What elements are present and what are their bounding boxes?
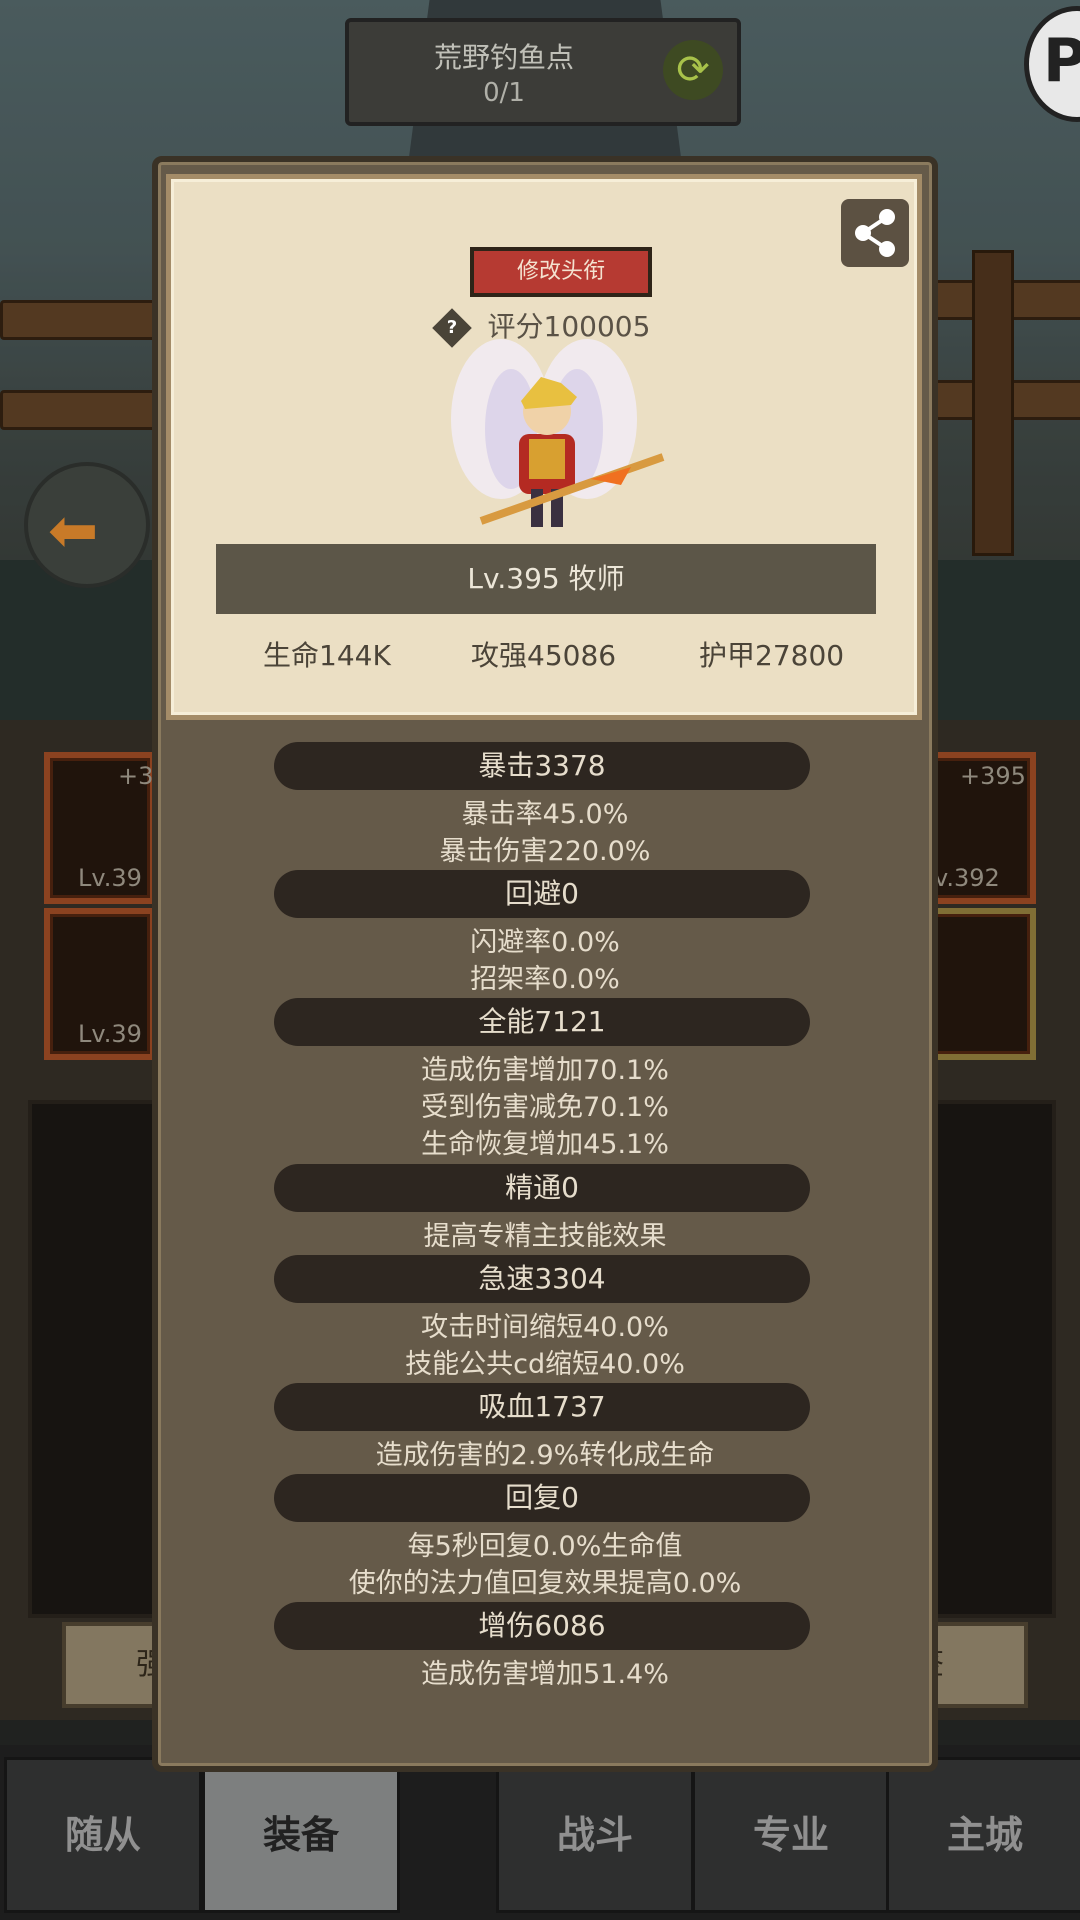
stat-detail: 攻击时间缩短40.0% [421, 1312, 669, 1343]
rename-title-button[interactable]: 修改头衔 [470, 247, 652, 297]
stat-detail: 暴击率45.0% [461, 799, 629, 830]
share-icon [855, 209, 895, 257]
stat-armor: 护甲27800 [699, 639, 845, 672]
character-avatar [451, 339, 665, 527]
stat-header-leech: 吸血1737 [274, 1383, 810, 1431]
location-name: 荒野钓鱼点 [433, 41, 574, 74]
level-class-bar: Lv.395 牧师 [216, 544, 876, 614]
refresh-icon[interactable]: ⟳ [663, 40, 723, 100]
stat-detail: 生命恢复增加45.1% [421, 1129, 669, 1160]
stat-detail: 闪避率0.0% [470, 927, 620, 958]
stat-detail: 技能公共cd缩短40.0% [405, 1349, 685, 1380]
stat-header-damage-increase: 增伤6086 [274, 1602, 810, 1650]
arrow-left-icon: ⬅ [48, 496, 99, 566]
stat-header-regen: 回复0 [274, 1474, 810, 1522]
stat-attack: 攻强45086 [471, 639, 617, 672]
location-banner: 荒野钓鱼点 0/1 ⟳ [345, 18, 741, 126]
stat-detail: 受到伤害减免70.1% [421, 1092, 669, 1123]
stat-detail: 造成伤害增加51.4% [421, 1659, 669, 1690]
stat-detail: 提高专精主技能效果 [423, 1221, 667, 1252]
stat-detail: 暴击伤害220.0% [439, 836, 651, 867]
help-symbol: ? [446, 317, 457, 338]
character-stats-modal: 修改头衔 ? 评分100005 Lv.395 牧师 生命144K 攻强45086 … [152, 156, 938, 1772]
stat-detail: 使你的法力值回复效果提高0.0% [348, 1568, 742, 1599]
profile-card: 修改头衔 ? 评分100005 Lv.395 牧师 生命144K 攻强45086 … [166, 174, 922, 720]
location-count: 0/1 [483, 78, 525, 108]
stat-header-mastery: 精通0 [274, 1164, 810, 1212]
stat-header-haste: 急速3304 [274, 1255, 810, 1303]
stat-header-crit: 暴击3378 [274, 742, 810, 790]
stat-detail: 招架率0.0% [470, 964, 620, 995]
stat-detail: 造成伤害的2.9%转化成生命 [375, 1440, 715, 1471]
stat-header-avoid: 回避0 [274, 870, 810, 918]
stat-header-versatility: 全能7121 [274, 998, 810, 1046]
stat-detail: 造成伤害增加70.1% [421, 1055, 669, 1086]
stat-detail: 每5秒回复0.0%生命值 [407, 1531, 683, 1562]
stat-hp: 生命144K [263, 639, 391, 672]
back-button[interactable]: ⬅ [24, 462, 150, 588]
share-button[interactable] [841, 199, 909, 267]
